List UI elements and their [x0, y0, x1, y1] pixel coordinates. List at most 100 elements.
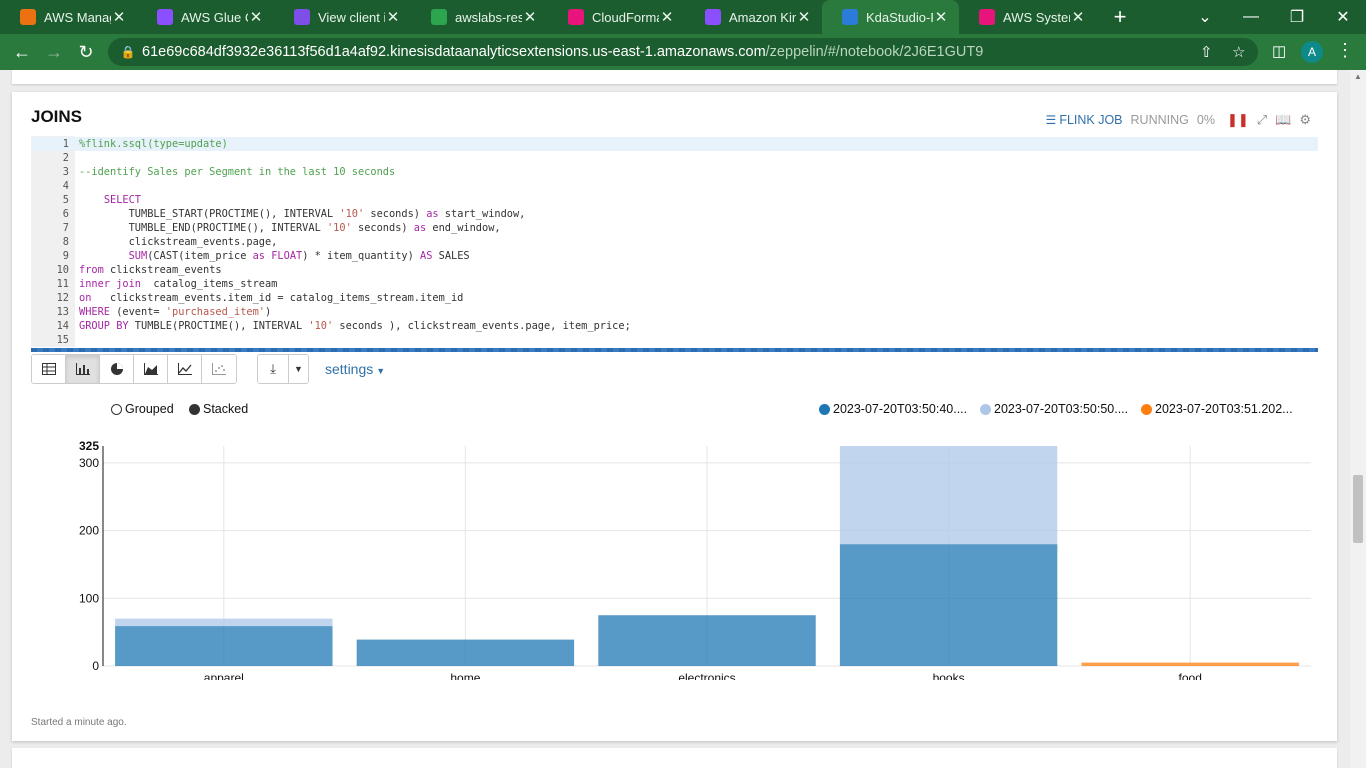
share-icon[interactable]: ⇧	[1200, 43, 1213, 61]
chart-settings-link[interactable]: settings ▼	[325, 361, 385, 377]
code-line[interactable]: 8 clickstream_events.page,	[31, 235, 1318, 249]
back-icon[interactable]: ←	[8, 38, 36, 66]
minimize-icon[interactable]: —	[1228, 0, 1274, 34]
profile-avatar[interactable]: A	[1301, 41, 1323, 63]
close-window-icon[interactable]: ✕	[1320, 0, 1366, 34]
code-line[interactable]: 12 on clickstream_events.item_id = catalo…	[31, 291, 1318, 305]
code-text: on clickstream_events.item_id = catalog_…	[79, 292, 464, 304]
side-panel-icon[interactable]: ◫	[1272, 42, 1286, 60]
code-line[interactable]: 2	[31, 151, 1318, 165]
tab-close-icon[interactable]: ✕	[933, 8, 949, 26]
cancel-job-icon[interactable]: ❚❚	[1227, 112, 1249, 128]
tab-close-icon[interactable]: ✕	[522, 8, 538, 26]
forward-icon[interactable]: →	[40, 38, 68, 66]
pie-chart-icon[interactable]	[100, 355, 134, 383]
browser-menu-icon[interactable]: ⋮	[1336, 40, 1354, 61]
tab-close-icon[interactable]: ✕	[111, 8, 127, 26]
code-text: --identify Sales per Segment in the last…	[79, 166, 396, 178]
gear-icon[interactable]: ⚙	[1299, 112, 1311, 128]
code-line[interactable]: 9 SUM(CAST(item_price as FLOAT) * item_q…	[31, 249, 1318, 263]
book-icon[interactable]: 📖	[1275, 112, 1291, 128]
code-line[interactable]: 15	[31, 333, 1318, 347]
code-line[interactable]: 10 from clickstream_events	[31, 263, 1318, 277]
aws-cube-icon	[20, 9, 36, 25]
caret-down-icon: ▼	[376, 366, 386, 376]
code-line[interactable]: 5 SELECT	[31, 193, 1318, 207]
new-tab-button[interactable]: +	[1108, 4, 1132, 30]
browser-tab[interactable]: AWS Systems✕	[959, 0, 1096, 34]
page-scrollbar[interactable]: ▲	[1350, 70, 1366, 768]
cloudshell-icon	[294, 9, 310, 25]
browser-tab[interactable]: View client in✕	[274, 0, 411, 34]
paragraph-footer-status: Started a minute ago.	[31, 717, 127, 728]
x-tick-label: food	[1179, 671, 1202, 680]
previous-paragraph	[12, 70, 1337, 84]
paragraph-controls: ☰ FLINK JOB RUNNING 0% ❚❚ ⤢ 📖 ⚙	[1046, 112, 1319, 128]
y-tick-label: 300	[79, 456, 99, 470]
code-line[interactable]: 4	[31, 179, 1318, 193]
scroll-up-icon[interactable]: ▲	[1350, 72, 1366, 81]
browser-tab[interactable]: awslabs-reso✕	[411, 0, 548, 34]
reload-icon[interactable]: ↻	[72, 38, 100, 66]
bar-segment	[598, 615, 816, 666]
browser-tab[interactable]: CloudFormati✕	[548, 0, 685, 34]
editor-resize-divider[interactable]	[31, 348, 1318, 352]
code-line[interactable]: 14 GROUP BY TUMBLE(PROCTIME(), INTERVAL '…	[31, 319, 1318, 333]
code-text: inner join catalog_items_stream	[79, 278, 278, 290]
line-chart-icon[interactable]	[168, 355, 202, 383]
tab-title: AWS Glue Co	[181, 9, 248, 25]
github-icon	[431, 9, 447, 25]
lock-icon[interactable]: 🔒	[114, 45, 142, 59]
visualization-toolbar: ⤓ ▼ settings ▼	[31, 354, 385, 384]
code-line[interactable]: 7 TUMBLE_END(PROCTIME(), INTERVAL '10' s…	[31, 221, 1318, 235]
tab-close-icon[interactable]: ✕	[248, 8, 264, 26]
x-tick-label: electronics	[678, 671, 735, 680]
code-line[interactable]: 11 inner join catalog_items_stream	[31, 277, 1318, 291]
line-number: 4	[62, 180, 69, 192]
flink-job-link[interactable]: ☰ FLINK JOB	[1046, 113, 1123, 127]
line-number: 12	[56, 292, 69, 304]
line-number: 6	[62, 208, 69, 220]
code-text: from clickstream_events	[79, 264, 222, 276]
tab-close-icon[interactable]: ✕	[1070, 8, 1086, 26]
browser-tab[interactable]: KdaStudio-FY✕	[822, 0, 959, 34]
code-line[interactable]: 3 --identify Sales per Segment in the las…	[31, 165, 1318, 179]
bookmark-star-icon[interactable]: ☆	[1232, 43, 1245, 61]
paragraph-title[interactable]: JOINS	[31, 107, 82, 127]
browser-tab[interactable]: AWS Manage✕	[0, 0, 137, 34]
bar-segment	[115, 618, 333, 627]
tab-close-icon[interactable]: ✕	[796, 8, 812, 26]
line-number: 1	[62, 138, 69, 150]
tab-title: AWS Manage	[44, 9, 111, 25]
list-icon: ☰	[1045, 113, 1057, 127]
tab-title: CloudFormati	[592, 9, 659, 25]
restore-icon[interactable]: ❐	[1274, 0, 1320, 34]
chart-type-buttons	[31, 354, 237, 384]
bar-segment	[1081, 662, 1299, 666]
browser-tab[interactable]: Amazon Kine✕	[685, 0, 822, 34]
code-editor[interactable]: 1 %flink.ssql(type=update) 2 3 --identify Sa…	[31, 136, 1318, 347]
address-bar[interactable]: 🔒 61e69c684df3932e36113f56d1a4af92.kines…	[108, 38, 1258, 66]
line-number: 9	[62, 250, 69, 262]
table-icon[interactable]	[32, 355, 66, 383]
chevron-down-icon[interactable]: ▼	[288, 355, 308, 383]
code-line[interactable]: 13 WHERE (event= 'purchased_item')	[31, 305, 1318, 319]
glue-icon	[157, 9, 173, 25]
code-line[interactable]: 1 %flink.ssql(type=update)	[31, 137, 1318, 151]
bar-chart-icon[interactable]	[66, 355, 100, 383]
browser-tab[interactable]: AWS Glue Co✕	[137, 0, 274, 34]
code-line[interactable]: 6 TUMBLE_START(PROCTIME(), INTERVAL '10'…	[31, 207, 1318, 221]
area-chart-icon[interactable]	[134, 355, 168, 383]
code-text: GROUP BY TUMBLE(PROCTIME(), INTERVAL '10…	[79, 320, 631, 332]
paragraph-status: RUNNING	[1130, 113, 1189, 127]
tab-close-icon[interactable]: ✕	[385, 8, 401, 26]
scroll-thumb[interactable]	[1353, 475, 1363, 543]
expand-icon[interactable]: ⤢	[1257, 112, 1267, 128]
url-text[interactable]: 61e69c684df3932e36113f56d1a4af92.kinesis…	[142, 44, 983, 60]
download-icon[interactable]: ⤓	[258, 355, 288, 383]
tab-search-icon[interactable]: ⌄	[1182, 0, 1228, 34]
tab-close-icon[interactable]: ✕	[659, 8, 675, 26]
x-tick-label: home	[450, 671, 480, 680]
bar-segment	[839, 446, 1058, 545]
scatter-chart-icon[interactable]	[202, 355, 236, 383]
